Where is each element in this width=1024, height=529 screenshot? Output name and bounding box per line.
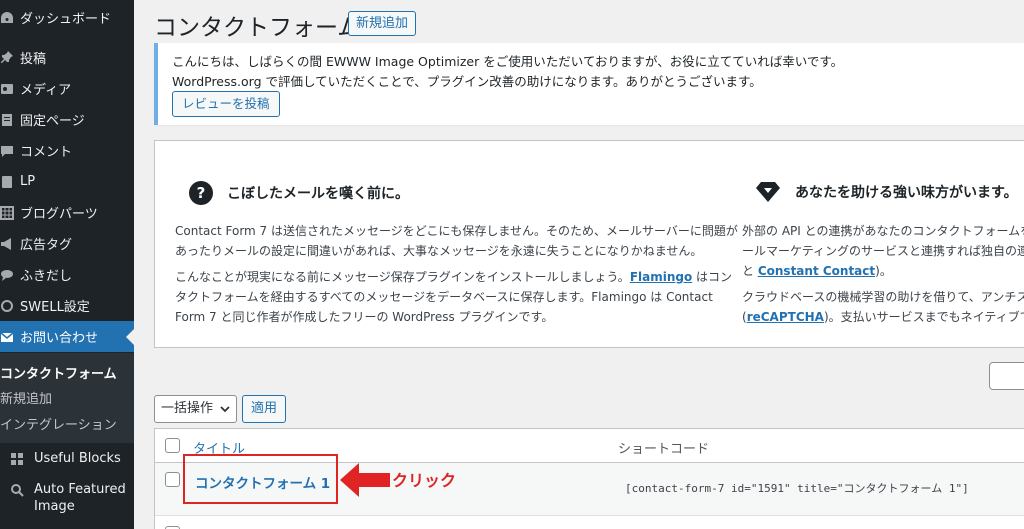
submenu-item-contact-forms[interactable]: コンタクトフォーム <box>0 363 117 382</box>
media-icon <box>0 82 18 96</box>
sidebar-item-blog-parts[interactable]: ブログパーツ <box>0 197 134 228</box>
sidebar-item-label: お問い合わせ <box>20 331 99 346</box>
page-icon <box>0 113 18 127</box>
sidebar-item-label: SWELL設定 <box>20 300 90 315</box>
notice-line-2: WordPress.org で評価していただくことで、プラグイン改善の助けになり… <box>172 74 762 89</box>
sidebar-item-swell-settings[interactable]: SWELL設定 <box>0 290 134 321</box>
bulk-actions-label: 一括操作 <box>161 401 214 416</box>
right-p2-line1: クラウドベースの機械学習の助けを借りて、アンチス <box>742 290 1024 304</box>
megaphone-icon <box>0 237 18 251</box>
dashboard-icon <box>0 11 18 25</box>
highlight-box <box>183 454 338 504</box>
sidebar-item-dashboard[interactable]: ダッシュボード <box>0 2 134 33</box>
right-p1-line2: ールマーケティングのサービスと連携すれば独自の連 <box>742 244 1024 258</box>
sidebar-item-pages[interactable]: 固定ページ <box>0 104 134 135</box>
shortcode-text: [contact-form-7 id="1591" title="コンタクトフォ… <box>625 482 969 495</box>
right-heading: あなたを助ける強い味方がいます。 <box>755 181 1018 203</box>
sidebar-item-label-line2: Image <box>34 499 75 514</box>
swell-icon <box>0 299 18 313</box>
sidebar-item-media[interactable]: メディア <box>0 73 134 104</box>
sidebar-item-lp[interactable]: LP <box>0 166 134 197</box>
submenu-item-integration[interactable]: インテグレーション <box>0 414 117 433</box>
sidebar-item-label: Useful Blocks <box>34 451 121 466</box>
chevron-down-icon <box>220 396 230 432</box>
sidebar-item-label: コメント <box>20 145 73 160</box>
recaptcha-link[interactable]: reCAPTCHA <box>747 310 824 324</box>
left-p2-line2: タクトフォームを経由するすべてのメッセージをデータベースに保存します。Flami… <box>175 290 713 304</box>
right-p1-line1: 外部の API との連携があなたのコンタクトフォームを <box>742 224 1024 238</box>
sidebar-item-auto-featured-image[interactable]: Auto Featured Image <box>0 481 134 521</box>
left-arrow-icon <box>340 461 390 503</box>
left-paragraph-2: こんなことが現実になる前にメッセージ保存プラグインをインストールしましょう。Fl… <box>175 267 732 327</box>
click-annotation-label: クリック <box>392 471 457 490</box>
right-p1-text: と <box>742 264 758 278</box>
sidebar-item-label: Auto Featured <box>34 482 126 497</box>
admin-sidebar: ダッシュボード 投稿 メディア 固定ページ コメント LP ブログパーツ 広告タ… <box>0 0 134 529</box>
add-new-button[interactable]: 新規追加 <box>348 11 417 36</box>
review-notice: こんにちは、しばらくの間 EWWW Image Optimizer をご使用いた… <box>154 43 1024 125</box>
sidebar-item-fukidashi[interactable]: ふきだし <box>0 259 134 290</box>
left-p1-line2: あったりメールの設定に間違いがあれば、大事なメッセージを永遠に失うことになりかね… <box>175 244 703 258</box>
right-paragraph-2: クラウドベースの機械学習の助けを借りて、アンチス (reCAPTCHA)。支払い… <box>742 287 1024 327</box>
grid-icon <box>0 205 18 220</box>
sidebar-item-useful-blocks[interactable]: Useful Blocks <box>0 443 134 474</box>
speech-bubble-icon <box>0 268 18 282</box>
welcome-panel: ? こぼしたメールを嘆く前に。 Contact Form 7 は送信されたメッセ… <box>154 140 1024 348</box>
apply-button[interactable]: 適用 <box>242 395 287 423</box>
select-all-checkbox[interactable] <box>165 438 180 453</box>
left-p2-text: こんなことが現実になる前にメッセージ保存プラグインをインストールしましょう。 <box>175 270 630 284</box>
right-p2-text-b: )。支払いサービスまでもネイティブでサ <box>823 310 1024 324</box>
lp-icon <box>0 175 18 189</box>
contact-submenu: コンタクトフォーム 新規追加 インテグレーション <box>0 353 134 443</box>
sidebar-item-label: 投稿 <box>20 52 47 67</box>
comment-icon <box>0 144 18 158</box>
bulk-actions-select[interactable]: 一括操作 <box>154 395 237 423</box>
right-paragraph-1: 外部の API との連携があなたのコンタクトフォームを ールマーケティングのサー… <box>742 221 1024 281</box>
row-checkbox[interactable] <box>165 472 180 487</box>
post-review-button[interactable]: レビューを投稿 <box>172 91 280 117</box>
left-p2-line3: Form 7 と同じ作者が作成したフリーの WordPress プラグインです。 <box>175 310 554 324</box>
right-p1-text-b: )。 <box>875 264 892 278</box>
svg-text:?: ? <box>197 184 206 202</box>
sidebar-item-label: 広告タグ <box>20 238 73 253</box>
left-heading-text: こぼしたメールを嘆く前に。 <box>227 186 409 202</box>
right-heading-text: あなたを助ける強い味方がいます。 <box>795 185 1018 201</box>
left-heading: ? こぼしたメールを嘆く前に。 <box>189 181 409 205</box>
constant-contact-link[interactable]: Constant Contact <box>758 264 875 278</box>
left-paragraph-1: Contact Form 7 は送信されたメッセージをどこにも保存しません。その… <box>175 221 738 261</box>
sidebar-item-posts[interactable]: 投稿 <box>0 42 134 73</box>
question-icon: ? <box>189 181 213 205</box>
sidebar-item-contact[interactable]: お問い合わせ <box>0 321 134 352</box>
submenu-item-add-new[interactable]: 新規追加 <box>0 388 52 407</box>
sidebar-item-label: ダッシュボード <box>20 12 112 27</box>
sidebar-item-label: LP <box>20 174 36 189</box>
left-p2-text-b: はコン <box>692 270 733 284</box>
sidebar-item-label: メディア <box>20 83 72 98</box>
notice-line-1: こんにちは、しばらくの間 EWWW Image Optimizer をご使用いた… <box>172 54 844 69</box>
sidebar-item-label: 固定ページ <box>20 114 85 129</box>
page-title: コンタクトフォーム <box>154 15 361 41</box>
sidebar-item-label: ブログパーツ <box>20 207 98 222</box>
sidebar-item-comments[interactable]: コメント <box>0 135 134 166</box>
sidebar-item-label: ふきだし <box>20 269 73 284</box>
blocks-icon <box>6 452 28 466</box>
pin-icon <box>0 50 18 65</box>
image-icon <box>6 483 28 497</box>
left-p1-line1: Contact Form 7 は送信されたメッセージをどこにも保存しません。その… <box>175 224 738 238</box>
mail-icon <box>0 330 18 344</box>
flamingo-link[interactable]: Flamingo <box>630 270 692 284</box>
diamond-icon <box>755 181 781 203</box>
search-input[interactable] <box>989 362 1024 390</box>
column-header-shortcode: ショートコード <box>618 442 710 457</box>
sidebar-item-ad-tags[interactable]: 広告タグ <box>0 228 134 259</box>
